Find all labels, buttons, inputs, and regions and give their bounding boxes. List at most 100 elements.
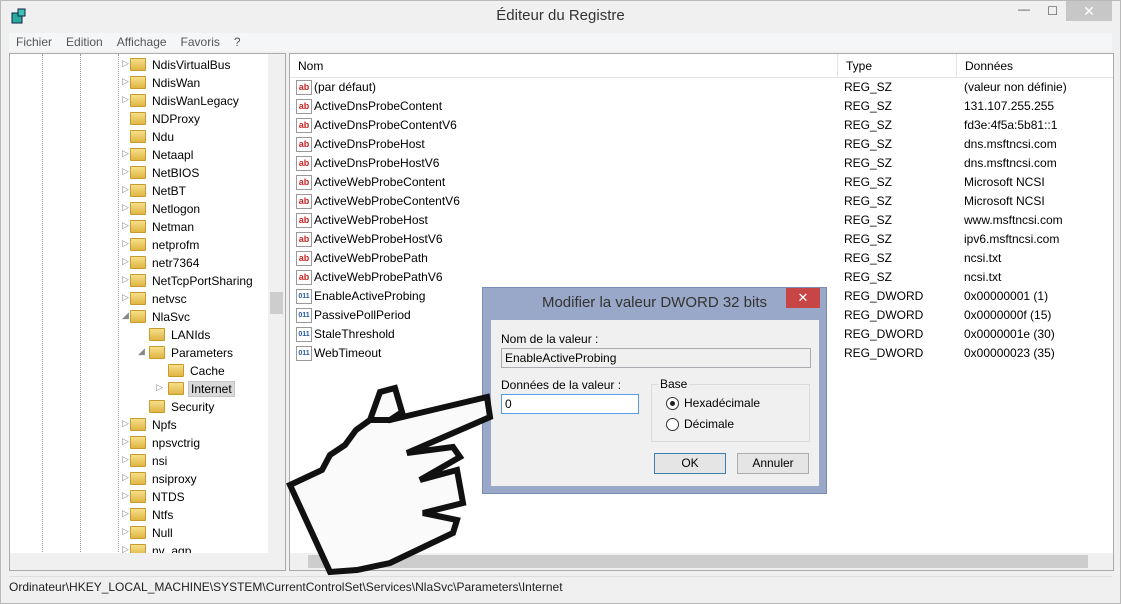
list-row[interactable]: ab ActiveWebProbePath REG_SZ ncsi.txt bbox=[290, 249, 1113, 268]
expand-arrow-icon[interactable]: ▷ bbox=[122, 238, 129, 249]
tree-node-label: nsiproxy bbox=[152, 472, 197, 486]
tree-node[interactable]: ▷ NetBT bbox=[10, 182, 270, 200]
list-row[interactable]: ab (par défaut) REG_SZ (valeur non définie) bbox=[290, 78, 1113, 97]
expand-arrow-icon[interactable]: ▷ bbox=[122, 148, 129, 159]
expand-arrow-icon[interactable]: ▷ bbox=[122, 508, 129, 519]
expand-arrow-icon[interactable]: ▷ bbox=[122, 94, 129, 105]
menu-help[interactable]: ? bbox=[227, 33, 248, 51]
expand-arrow-icon[interactable]: ▷ bbox=[122, 292, 129, 303]
tree-horizontal-scrollbar[interactable] bbox=[10, 553, 270, 570]
tree-node[interactable]: ▷ netr7364 bbox=[10, 254, 270, 272]
tree-node[interactable]: ▷ NdisWan bbox=[10, 74, 270, 92]
registry-tree[interactable]: ▷ NdisVirtualBus ▷ NdisWan ▷ NdisWanLegacy NDP… bbox=[9, 53, 286, 571]
tree-node[interactable]: ▷ npsvctrig bbox=[10, 434, 270, 452]
menu-affichage[interactable]: Affichage bbox=[110, 33, 174, 51]
decimal-radio[interactable] bbox=[666, 418, 679, 431]
expand-arrow-icon[interactable]: ▷ bbox=[122, 454, 129, 465]
collapse-arrow-icon[interactable]: ◢ bbox=[138, 346, 145, 357]
dialog-close-button[interactable]: ✕ bbox=[786, 288, 820, 308]
expand-arrow-icon[interactable]: ▷ bbox=[122, 418, 129, 429]
list-row[interactable]: ab ActiveWebProbeContentV6 REG_SZ Microsoft… bbox=[290, 192, 1113, 211]
expand-arrow-icon[interactable]: ▷ bbox=[122, 76, 129, 87]
tree-node[interactable]: Cache bbox=[10, 362, 270, 380]
expand-arrow-icon[interactable]: ▷ bbox=[122, 166, 129, 177]
tree-node[interactable]: NDProxy bbox=[10, 110, 270, 128]
tree-node[interactable]: Security bbox=[10, 398, 270, 416]
folder-icon bbox=[130, 238, 146, 251]
column-header-name[interactable]: Nom bbox=[290, 54, 838, 78]
list-row[interactable]: ab ActiveWebProbeHost REG_SZ www.msftncsi.c… bbox=[290, 211, 1113, 230]
value-data: dns.msftncsi.com bbox=[964, 137, 1057, 151]
collapse-arrow-icon[interactable]: ◢ bbox=[122, 310, 129, 321]
expand-arrow-icon[interactable]: ▷ bbox=[122, 58, 129, 69]
expand-arrow-icon[interactable]: ▷ bbox=[122, 526, 129, 537]
column-header-data[interactable]: Données bbox=[956, 54, 1113, 78]
expand-arrow-icon[interactable]: ▷ bbox=[122, 472, 129, 483]
tree-node[interactable]: ▷ Netaapl bbox=[10, 146, 270, 164]
maximize-button[interactable]: ☐ bbox=[1047, 4, 1058, 18]
tree-node[interactable]: ◢ Parameters bbox=[10, 344, 270, 362]
tree-node[interactable]: ▷ nsiproxy bbox=[10, 470, 270, 488]
hex-radio[interactable] bbox=[666, 397, 679, 410]
expand-arrow-icon[interactable]: ▷ bbox=[122, 436, 129, 447]
expand-arrow-icon[interactable]: ▷ bbox=[122, 220, 129, 231]
value-name: PassivePollPeriod bbox=[314, 308, 411, 322]
value-data-label: Données de la valeur : bbox=[501, 378, 622, 392]
tree-node[interactable]: ▷ NetTcpPortSharing bbox=[10, 272, 270, 290]
expand-arrow-icon[interactable]: ▷ bbox=[122, 256, 129, 267]
list-row[interactable]: ab ActiveDnsProbeContent REG_SZ 131.107.255… bbox=[290, 97, 1113, 116]
expand-arrow-icon[interactable]: ▷ bbox=[156, 382, 163, 393]
menu-edition[interactable]: Edition bbox=[59, 33, 110, 51]
list-row[interactable]: ab ActiveWebProbePathV6 REG_SZ ncsi.txt bbox=[290, 268, 1113, 287]
close-button[interactable]: ✕ bbox=[1066, 1, 1112, 21]
tree-node[interactable]: ▷ NdisVirtualBus bbox=[10, 56, 270, 74]
value-data: www.msftncsi.com bbox=[964, 213, 1063, 227]
value-type: REG_SZ bbox=[844, 80, 893, 94]
tree-node[interactable]: ▷ Null bbox=[10, 524, 270, 542]
tree-node[interactable]: ▷ netprofm bbox=[10, 236, 270, 254]
minimize-button[interactable]: — bbox=[1018, 2, 1030, 16]
scrollbar-thumb[interactable] bbox=[308, 555, 1088, 568]
folder-icon bbox=[130, 472, 146, 485]
tree-node[interactable]: ▷ Internet bbox=[10, 380, 270, 398]
tree-vertical-scrollbar[interactable] bbox=[268, 54, 285, 570]
scrollbar-thumb[interactable] bbox=[270, 292, 283, 314]
tree-node[interactable]: ▷ Ntfs bbox=[10, 506, 270, 524]
list-row[interactable]: ab ActiveDnsProbeHostV6 REG_SZ dns.msftncsi… bbox=[290, 154, 1113, 173]
ok-button[interactable]: OK bbox=[654, 453, 726, 474]
tree-node[interactable]: ▷ netvsc bbox=[10, 290, 270, 308]
list-row[interactable]: ab ActiveWebProbeContent REG_SZ Microsoft N… bbox=[290, 173, 1113, 192]
list-horizontal-scrollbar[interactable] bbox=[290, 553, 1113, 570]
tree-node[interactable]: ◢ NlaSvc bbox=[10, 308, 270, 326]
tree-node[interactable]: ▷ NTDS bbox=[10, 488, 270, 506]
tree-node[interactable]: ▷ Npfs bbox=[10, 416, 270, 434]
value-data: 0x0000000f (15) bbox=[964, 308, 1052, 322]
value-data-input[interactable]: 0 bbox=[501, 394, 639, 414]
expand-arrow-icon[interactable]: ▷ bbox=[122, 274, 129, 285]
tree-node[interactable]: LANIds bbox=[10, 326, 270, 344]
tree-node[interactable]: ▷ Netlogon bbox=[10, 200, 270, 218]
menu-fichier[interactable]: Fichier bbox=[9, 33, 59, 51]
expand-arrow-icon[interactable]: ▷ bbox=[122, 184, 129, 195]
expand-arrow-icon[interactable]: ▷ bbox=[122, 490, 129, 501]
tree-node-label: netvsc bbox=[152, 292, 187, 306]
tree-node-label: NTDS bbox=[152, 490, 185, 504]
hex-radio-label[interactable]: Hexadécimale bbox=[684, 396, 760, 410]
value-name: (par défaut) bbox=[314, 80, 377, 94]
tree-node[interactable]: ▷ NetBIOS bbox=[10, 164, 270, 182]
tree-node-label: NdisWanLegacy bbox=[152, 94, 239, 108]
decimal-radio-label[interactable]: Décimale bbox=[684, 417, 734, 431]
tree-node[interactable]: ▷ NdisWanLegacy bbox=[10, 92, 270, 110]
tree-node[interactable]: ▷ nsi bbox=[10, 452, 270, 470]
value-type: REG_DWORD bbox=[844, 289, 924, 303]
value-type: REG_SZ bbox=[844, 156, 893, 170]
expand-arrow-icon[interactable]: ▷ bbox=[122, 202, 129, 213]
tree-node[interactable]: Ndu bbox=[10, 128, 270, 146]
column-header-type[interactable]: Type bbox=[837, 54, 957, 78]
list-row[interactable]: ab ActiveWebProbeHostV6 REG_SZ ipv6.msftncs… bbox=[290, 230, 1113, 249]
menu-favoris[interactable]: Favoris bbox=[174, 33, 227, 51]
list-row[interactable]: ab ActiveDnsProbeHost REG_SZ dns.msftncsi.c… bbox=[290, 135, 1113, 154]
list-row[interactable]: ab ActiveDnsProbeContentV6 REG_SZ fd3e:4f5a… bbox=[290, 116, 1113, 135]
tree-node[interactable]: ▷ Netman bbox=[10, 218, 270, 236]
cancel-button[interactable]: Annuler bbox=[737, 453, 809, 474]
